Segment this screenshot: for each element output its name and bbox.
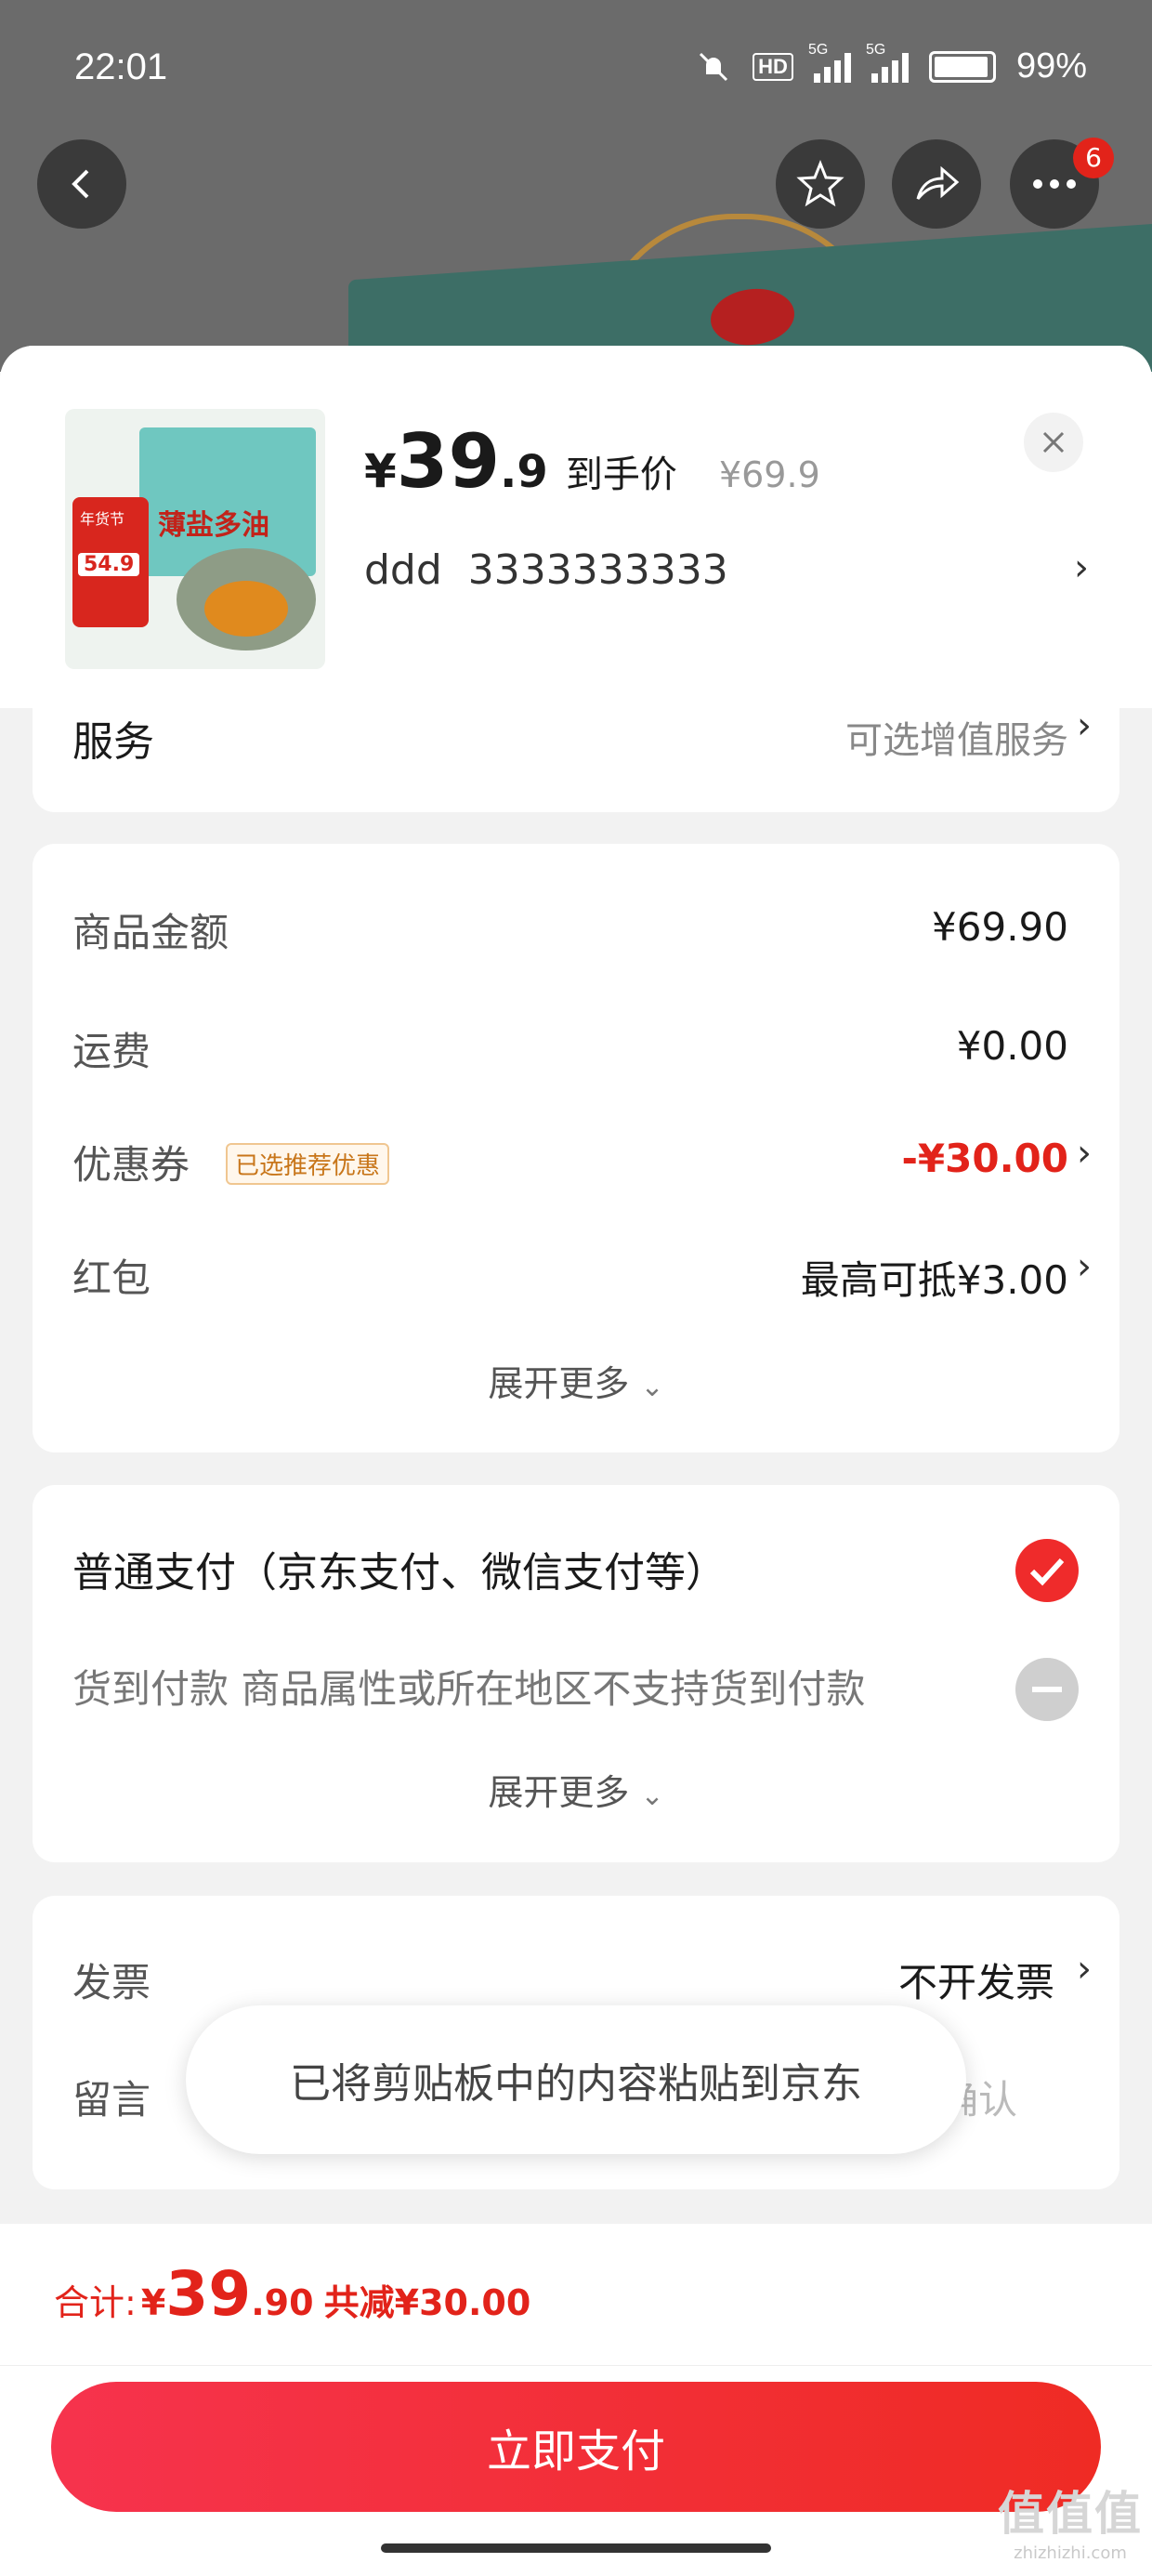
total-discount: 共减¥30.00 <box>323 2282 531 2323</box>
network-type: 5G <box>807 41 829 58</box>
battery-level: 99% <box>1015 46 1087 85</box>
signal-icon: 5G <box>808 42 851 83</box>
payment-normal-option[interactable]: 普通支付（京东支付、微信支付等） <box>33 1531 1119 1606</box>
payment-card: 普通支付（京东支付、微信支付等） 货到付款 商品属性或所在地区不支持货到付款 展… <box>33 1485 1119 1862</box>
expand-more-text: 展开更多 <box>488 1772 630 1813</box>
thumb-yolk <box>204 581 288 637</box>
more-dots-icon <box>1033 179 1076 189</box>
coupon-badge: 已选推荐优惠 <box>226 1143 390 1185</box>
clipboard-toast: 已将剪贴板中的内容粘贴到京东 <box>186 2005 966 2154</box>
share-button[interactable] <box>892 139 981 229</box>
shipping-label: 运费 <box>72 1029 151 1074</box>
goods-amount-label: 商品金额 <box>72 910 229 955</box>
price-block: ¥39.9 到手价 ¥69.9 <box>364 418 820 505</box>
status-bar: 22:01 HD 5G 5G 99% <box>0 0 1152 139</box>
price-decimal: .9 <box>500 446 548 498</box>
notification-badge: 6 <box>1073 138 1114 178</box>
star-icon <box>796 159 844 207</box>
home-indicator[interactable] <box>381 2543 771 2553</box>
thumb-tag-text: 年货节 <box>80 510 125 528</box>
coupon-value: -¥30.00 <box>901 1136 1068 1181</box>
chevron-right-icon: › <box>1077 1245 1092 1288</box>
service-card[interactable]: 服务 可选增值服务 › <box>33 704 1119 812</box>
footer-divider <box>0 2365 1152 2366</box>
share-icon <box>916 165 960 200</box>
shipping-value: ¥0.00 <box>956 1023 1068 1069</box>
chevron-right-icon: › <box>1077 704 1092 747</box>
coupon-label: 优惠券 <box>72 1142 190 1188</box>
thumb-package-text: 薄盐多油 <box>158 509 269 542</box>
close-button[interactable] <box>1024 413 1083 472</box>
original-price: ¥69.9 <box>718 454 820 495</box>
remark-label: 留言 <box>72 2077 151 2123</box>
thumb-tag-price: 54.9 <box>78 553 140 576</box>
mute-bell-icon <box>700 52 728 81</box>
pay-now-button[interactable]: 立即支付 <box>51 2382 1101 2512</box>
spec-text: ddd 3333333333 <box>364 546 728 594</box>
coupon-row[interactable]: 优惠券 已选推荐优惠 -¥30.00 › <box>33 1123 1119 1197</box>
total-currency: ¥ <box>140 2282 166 2323</box>
watermark: 值值值 zhizhizhi.com <box>998 2477 1143 2563</box>
amount-card: 商品金额 ¥69.90 运费 ¥0.00 优惠券 已选推荐优惠 -¥30.00 … <box>33 844 1119 1452</box>
redpack-value: 最高可抵¥3.00 <box>800 1257 1068 1303</box>
battery-icon <box>928 50 996 83</box>
service-label: 服务 <box>72 718 154 766</box>
chevron-right-icon: › <box>1077 1948 1092 1991</box>
close-icon <box>1042 431 1065 453</box>
checked-icon <box>1015 1539 1079 1602</box>
thumb-promo-tag: 年货节 54.9 <box>72 497 149 627</box>
expand-more-text: 展开更多 <box>488 1363 630 1404</box>
back-arrow-icon <box>72 169 89 199</box>
price-label: 到手价 <box>565 453 677 496</box>
network-type-2: 5G <box>865 41 886 58</box>
total-summary: 合计: ¥39.90 共减¥30.00 <box>54 2258 530 2330</box>
signal-icon-2: 5G <box>866 42 909 83</box>
expand-more-link[interactable]: 展开更多 ⌄ <box>33 1355 1119 1406</box>
payment-expand-more-link[interactable]: 展开更多 ⌄ <box>33 1764 1119 1815</box>
total-label: 合计: <box>54 2282 137 2323</box>
goods-amount-value: ¥69.90 <box>932 904 1068 950</box>
box-logo <box>711 285 794 348</box>
payment-cod-label: 货到付款 商品属性或所在地区不支持货到付款 <box>72 1666 866 1712</box>
total-decimal: .90 <box>251 2282 314 2323</box>
price-currency: ¥ <box>364 444 397 498</box>
total-integer: 39 <box>165 2258 252 2330</box>
payment-normal-label: 普通支付（京东支付、微信支付等） <box>72 1549 727 1597</box>
price-integer: 39 <box>396 418 501 505</box>
service-value: 可选增值服务 <box>845 719 1068 762</box>
invoice-label: 发票 <box>72 1960 151 2005</box>
watermark-url: zhizhizhi.com <box>1014 2543 1127 2563</box>
back-button[interactable] <box>37 139 126 229</box>
favorite-button[interactable] <box>776 139 865 229</box>
payment-cod-option: 货到付款 商品属性或所在地区不支持货到付款 <box>33 1650 1119 1725</box>
product-thumbnail: 薄盐多油 年货节 54.9 <box>65 409 325 669</box>
watermark-logo: 值值值 <box>998 2487 1143 2541</box>
invoice-value: 不开发票 <box>897 1960 1054 2005</box>
status-time: 22:01 <box>74 46 168 87</box>
chevron-down-icon: ⌄ <box>640 1371 664 1403</box>
hd-icon: HD <box>753 52 793 81</box>
redpack-label: 红包 <box>72 1255 151 1301</box>
chevron-right-icon: › <box>1074 546 1089 589</box>
spec-selector[interactable]: ddd 3333333333 › <box>364 546 1089 602</box>
chevron-right-icon: › <box>1077 1132 1092 1175</box>
redpack-row[interactable]: 红包 最高可抵¥3.00 › <box>33 1236 1119 1310</box>
disabled-icon <box>1015 1658 1079 1721</box>
status-icons: HD 5G 5G 99% <box>695 42 1087 86</box>
chevron-down-icon: ⌄ <box>640 1780 664 1812</box>
